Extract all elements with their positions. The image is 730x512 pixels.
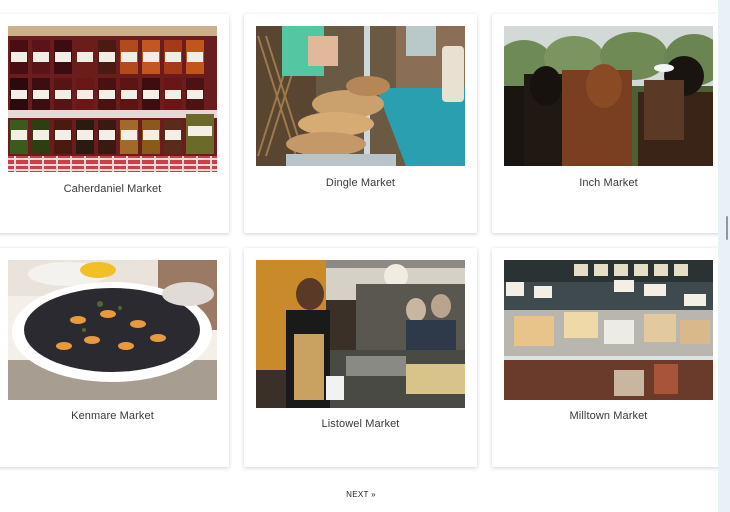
market-card-kenmare[interactable]: Kenmare Market xyxy=(0,248,229,467)
market-title[interactable]: Milltown Market xyxy=(492,410,725,422)
market-title[interactable]: Kenmare Market xyxy=(0,410,229,422)
market-image[interactable] xyxy=(8,260,217,400)
next-page-link[interactable]: NEXT » xyxy=(330,490,392,499)
vertical-scrollbar[interactable] xyxy=(718,0,730,512)
market-card-caherdaniel[interactable]: Caherdaniel Market xyxy=(0,14,229,233)
market-card-milltown[interactable]: Milltown Market xyxy=(492,248,725,467)
market-card-listowel[interactable]: Listowel Market xyxy=(244,248,477,467)
market-image[interactable] xyxy=(256,260,465,408)
market-image[interactable] xyxy=(504,260,713,400)
market-title[interactable]: Inch Market xyxy=(492,177,725,189)
market-title[interactable]: Dingle Market xyxy=(244,177,477,189)
market-title[interactable]: Caherdaniel Market xyxy=(0,183,229,195)
market-image[interactable] xyxy=(8,26,217,172)
market-image[interactable] xyxy=(256,26,465,166)
market-card-inch[interactable]: Inch Market xyxy=(492,14,725,233)
market-card-dingle[interactable]: Dingle Market xyxy=(244,14,477,233)
market-title[interactable]: Listowel Market xyxy=(244,418,477,430)
scrollbar-handle[interactable] xyxy=(726,216,728,240)
market-image[interactable] xyxy=(504,26,713,166)
